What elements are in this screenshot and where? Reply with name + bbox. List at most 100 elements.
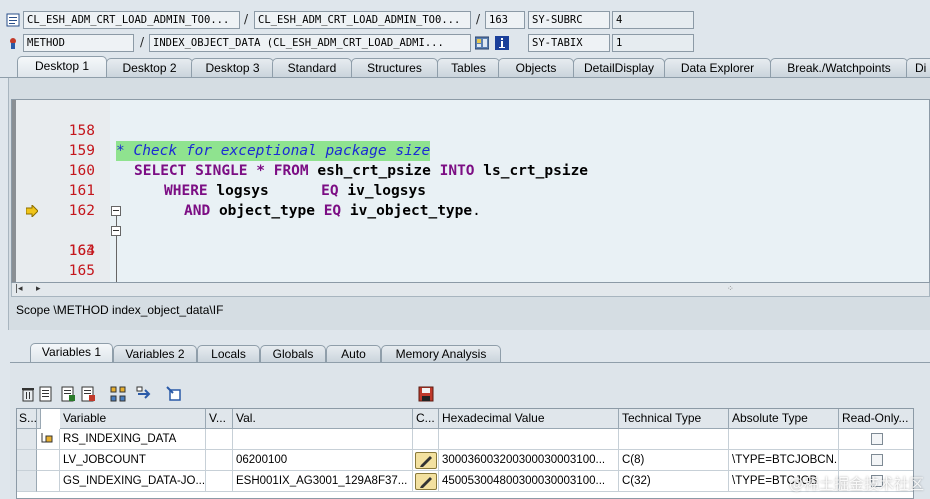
code-line[interactable]: 160 WHERE logsys EQ iv_logsys: [12, 141, 929, 199]
tab-break-watchpoints[interactable]: Break./Watchpoints: [770, 58, 908, 78]
col-header-absolute-type[interactable]: Absolute Type: [729, 409, 839, 429]
col-header-v[interactable]: V...: [206, 409, 233, 429]
code-line[interactable]: 158 * Check for exceptional package size: [12, 101, 929, 161]
tab-objects[interactable]: Objects: [498, 58, 574, 78]
watermark: @稀土掘金技术社区: [788, 475, 924, 493]
tab-tables[interactable]: Tables: [437, 58, 500, 78]
current-code-line[interactable]: 163 IF syst-subrc EQ 0.: [12, 201, 929, 259]
hierarchy-icon[interactable]: [110, 386, 126, 402]
collapse-block-icon[interactable]: [111, 206, 121, 216]
row-selector[interactable]: [17, 450, 37, 471]
program-icon: [6, 13, 20, 27]
program-field[interactable]: CL_ESH_ADM_CRT_LOAD_ADMIN_TO0...: [23, 11, 240, 29]
tab-standard[interactable]: Standard: [272, 58, 352, 78]
source-editor[interactable]: 158 * Check for exceptional package size…: [11, 99, 930, 283]
cell-v: [206, 450, 233, 471]
scope-label: Scope \METHOD index_object_data\IF: [16, 303, 224, 317]
tab-detaildisplay[interactable]: DetailDisplay: [573, 58, 665, 78]
navigate-icon[interactable]: [136, 386, 152, 402]
cell-hex: 450053004800300030003100...: [439, 471, 619, 492]
cell-technical-type: [619, 429, 729, 450]
display-object-icon[interactable]: [474, 36, 490, 50]
tab-memory-analysis[interactable]: Memory Analysis: [381, 345, 501, 363]
col-header-s2[interactable]: [37, 409, 41, 429]
copy-list-icon[interactable]: [38, 386, 54, 402]
tab-locals[interactable]: Locals: [197, 345, 260, 363]
edit-value-button[interactable]: [415, 452, 437, 469]
var-name-field-2[interactable]: SY-TABIX: [528, 34, 610, 52]
col-header-c[interactable]: C...: [413, 409, 439, 429]
save-icon[interactable]: [418, 386, 434, 402]
tab-desktop-1[interactable]: Desktop 1: [17, 56, 107, 78]
scroll-grip-icon[interactable]: ⁘: [727, 283, 734, 295]
cell-absolute-type: \TYPE=BTCJOBCN...: [729, 450, 839, 471]
tab-structures[interactable]: Structures: [351, 58, 438, 78]
desktop-tabbar: Desktop 1 Desktop 2 Desktop 3 Standard S…: [0, 56, 930, 78]
tab-data-explorer[interactable]: Data Explorer: [664, 58, 771, 78]
code-line[interactable]: 159 SELECT SINGLE * FROM esh_crt_psize I…: [12, 121, 929, 179]
var-value-field-2[interactable]: 1: [612, 34, 694, 52]
code-line[interactable]: 166: [12, 261, 929, 281]
event-field[interactable]: INDEX_OBJECT_DATA (CL_ESH_ADM_CRT_LOAD_A…: [149, 34, 471, 52]
tab-variables-1[interactable]: Variables 1: [30, 343, 113, 363]
code-line[interactable]: 165 MOVE: ls_crt_psize-pack_size_ii TO l…: [12, 241, 929, 279]
row-selector[interactable]: [17, 429, 37, 450]
variables-table: S... Variable V... Val. C... Hexadecimal…: [16, 408, 914, 499]
pencil-icon: [420, 456, 432, 467]
cell-read-only: [839, 450, 913, 471]
cell-technical-type: C(8): [619, 450, 729, 471]
info-icon[interactable]: [495, 36, 509, 50]
scroll-left-icon[interactable]: |◂: [15, 283, 23, 296]
code-line[interactable]: 164 IF lv_delta_indexing EQ abap_false A…: [12, 221, 929, 259]
code-line[interactable]: 161 AND object_type EQ iv_object_type.: [12, 161, 929, 219]
read-only-checkbox[interactable]: [871, 433, 883, 445]
cell-read-only: [839, 429, 913, 450]
tab-globals[interactable]: Globals: [260, 345, 326, 363]
cell-variable[interactable]: RS_INDEXING_DATA: [60, 429, 206, 450]
fold-guide: [116, 216, 117, 226]
col-header-hex[interactable]: Hexadecimal Value: [439, 409, 619, 429]
code-line[interactable]: 162: [12, 181, 929, 219]
header-row-2: METHOD / INDEX_OBJECT_DATA (CL_ESH_ADM_C…: [0, 33, 930, 53]
cell-variable[interactable]: GS_INDEXING_DATA-JO...: [60, 471, 206, 492]
editor-horizontal-scrollbar[interactable]: |◂ ▸ ⁘: [11, 283, 930, 297]
tab-di[interactable]: Di: [906, 58, 930, 78]
tab-variables-2[interactable]: Variables 2: [113, 345, 197, 363]
cell-value[interactable]: ESH001IX_AG3001_129A8F37...: [233, 471, 413, 492]
read-only-checkbox[interactable]: [871, 454, 883, 466]
scroll-right-icon[interactable]: ▸: [36, 283, 41, 296]
table-row-icon-cell: [37, 450, 60, 471]
fold-guide: [116, 236, 117, 282]
import-icon[interactable]: [166, 386, 182, 402]
cell-v: [206, 471, 233, 492]
table-row-icon-cell: [37, 471, 60, 492]
line-field[interactable]: 163: [485, 11, 525, 29]
col-header-read-only[interactable]: Read-Only...: [839, 409, 913, 429]
cell-absolute-type: [729, 429, 839, 450]
load-list-icon[interactable]: [80, 386, 96, 402]
edit-value-button[interactable]: [415, 473, 437, 490]
pencil-icon: [420, 477, 432, 488]
tab-desktop-2[interactable]: Desktop 2: [106, 58, 193, 78]
col-header-value[interactable]: Val.: [233, 409, 413, 429]
var-value-field-1[interactable]: 4: [612, 11, 694, 29]
cell-value[interactable]: 06200100: [233, 450, 413, 471]
cell-hex: 300036003200300030003100...: [439, 450, 619, 471]
structure-icon: [41, 433, 53, 443]
event-type-field[interactable]: METHOD: [23, 34, 134, 52]
current-line-arrow-icon: [26, 205, 38, 217]
collapse-block-icon[interactable]: [111, 226, 121, 236]
separator: /: [244, 12, 249, 26]
tab-auto[interactable]: Auto: [326, 345, 381, 363]
include-field[interactable]: CL_ESH_ADM_CRT_LOAD_ADMIN_TO0...: [254, 11, 471, 29]
cell-value[interactable]: [233, 429, 413, 450]
save-list-icon[interactable]: [60, 386, 76, 402]
col-header-technical-type[interactable]: Technical Type: [619, 409, 729, 429]
col-header-s[interactable]: S...: [17, 409, 37, 429]
col-header-variable[interactable]: Variable: [60, 409, 206, 429]
tab-desktop-3[interactable]: Desktop 3: [191, 58, 274, 78]
cell-variable[interactable]: LV_JOBCOUNT: [60, 450, 206, 471]
row-selector[interactable]: [17, 471, 37, 492]
delete-icon[interactable]: [20, 386, 36, 402]
var-name-field-1[interactable]: SY-SUBRC: [528, 11, 610, 29]
